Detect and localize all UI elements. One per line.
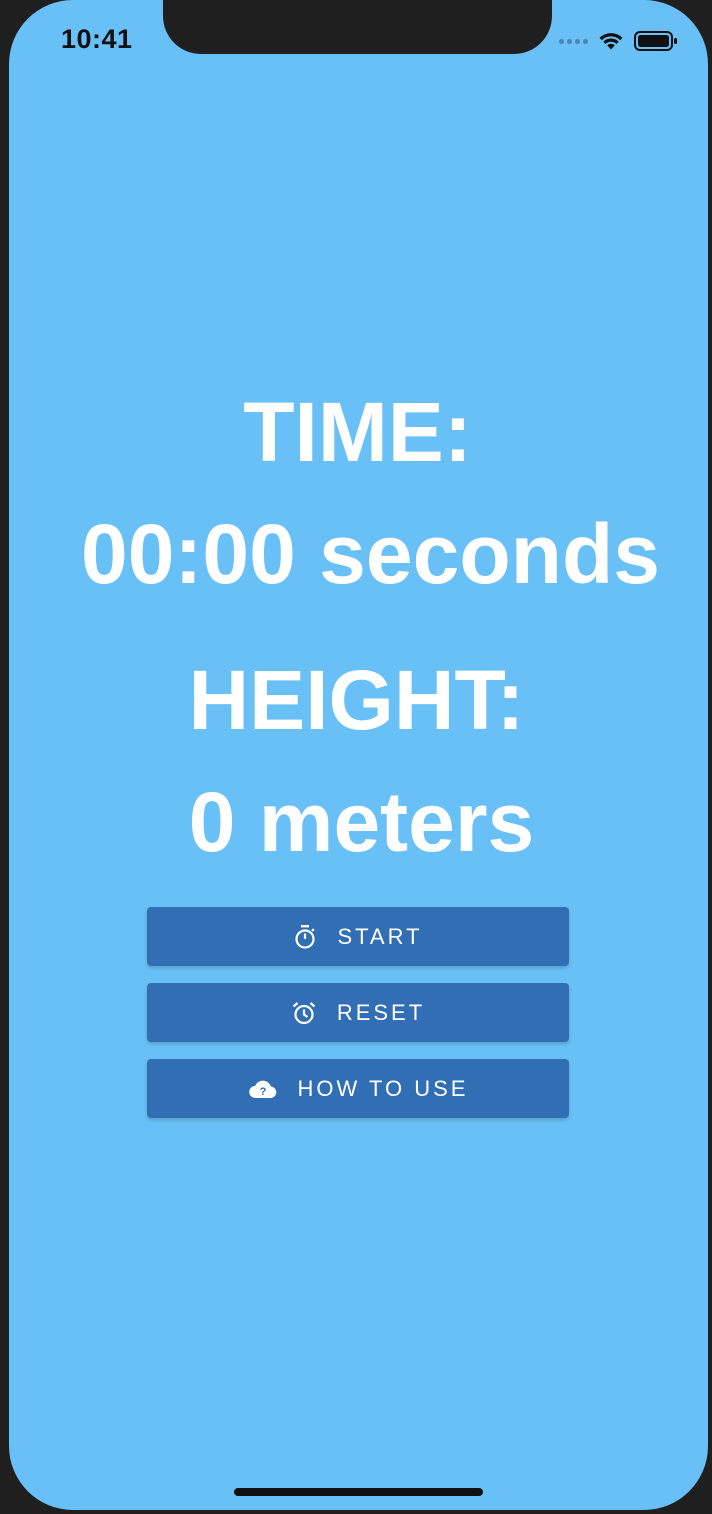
reset-button[interactable]: RESET <box>147 983 569 1042</box>
phone-screen: 10:41 TIME: 00:00 seconds HEIGHT: 0 mete… <box>9 0 708 1510</box>
wifi-icon <box>599 33 623 50</box>
how-to-use-button-label: HOW TO USE <box>297 1075 469 1101</box>
home-indicator[interactable] <box>234 1488 483 1496</box>
status-bar-indicators <box>559 30 678 52</box>
alarm-clock-icon <box>292 1001 316 1024</box>
height-label: HEIGHT: <box>188 653 525 747</box>
start-button-label: START <box>337 923 423 949</box>
battery-icon <box>634 31 677 51</box>
device-notch <box>163 0 552 54</box>
signal-dots-icon <box>559 38 588 44</box>
svg-text:?: ? <box>259 1086 266 1098</box>
start-button[interactable]: START <box>147 907 569 966</box>
how-to-use-button[interactable]: ? HOW TO USE <box>147 1059 569 1118</box>
time-value: 00:00 seconds <box>81 507 660 601</box>
height-value: 0 meters <box>188 775 535 869</box>
cloud-question-icon: ? <box>248 1080 276 1098</box>
stopwatch-icon <box>295 924 316 949</box>
reset-button-label: RESET <box>336 999 426 1025</box>
time-label: TIME: <box>243 385 472 479</box>
status-bar-time: 10:41 <box>61 24 133 54</box>
